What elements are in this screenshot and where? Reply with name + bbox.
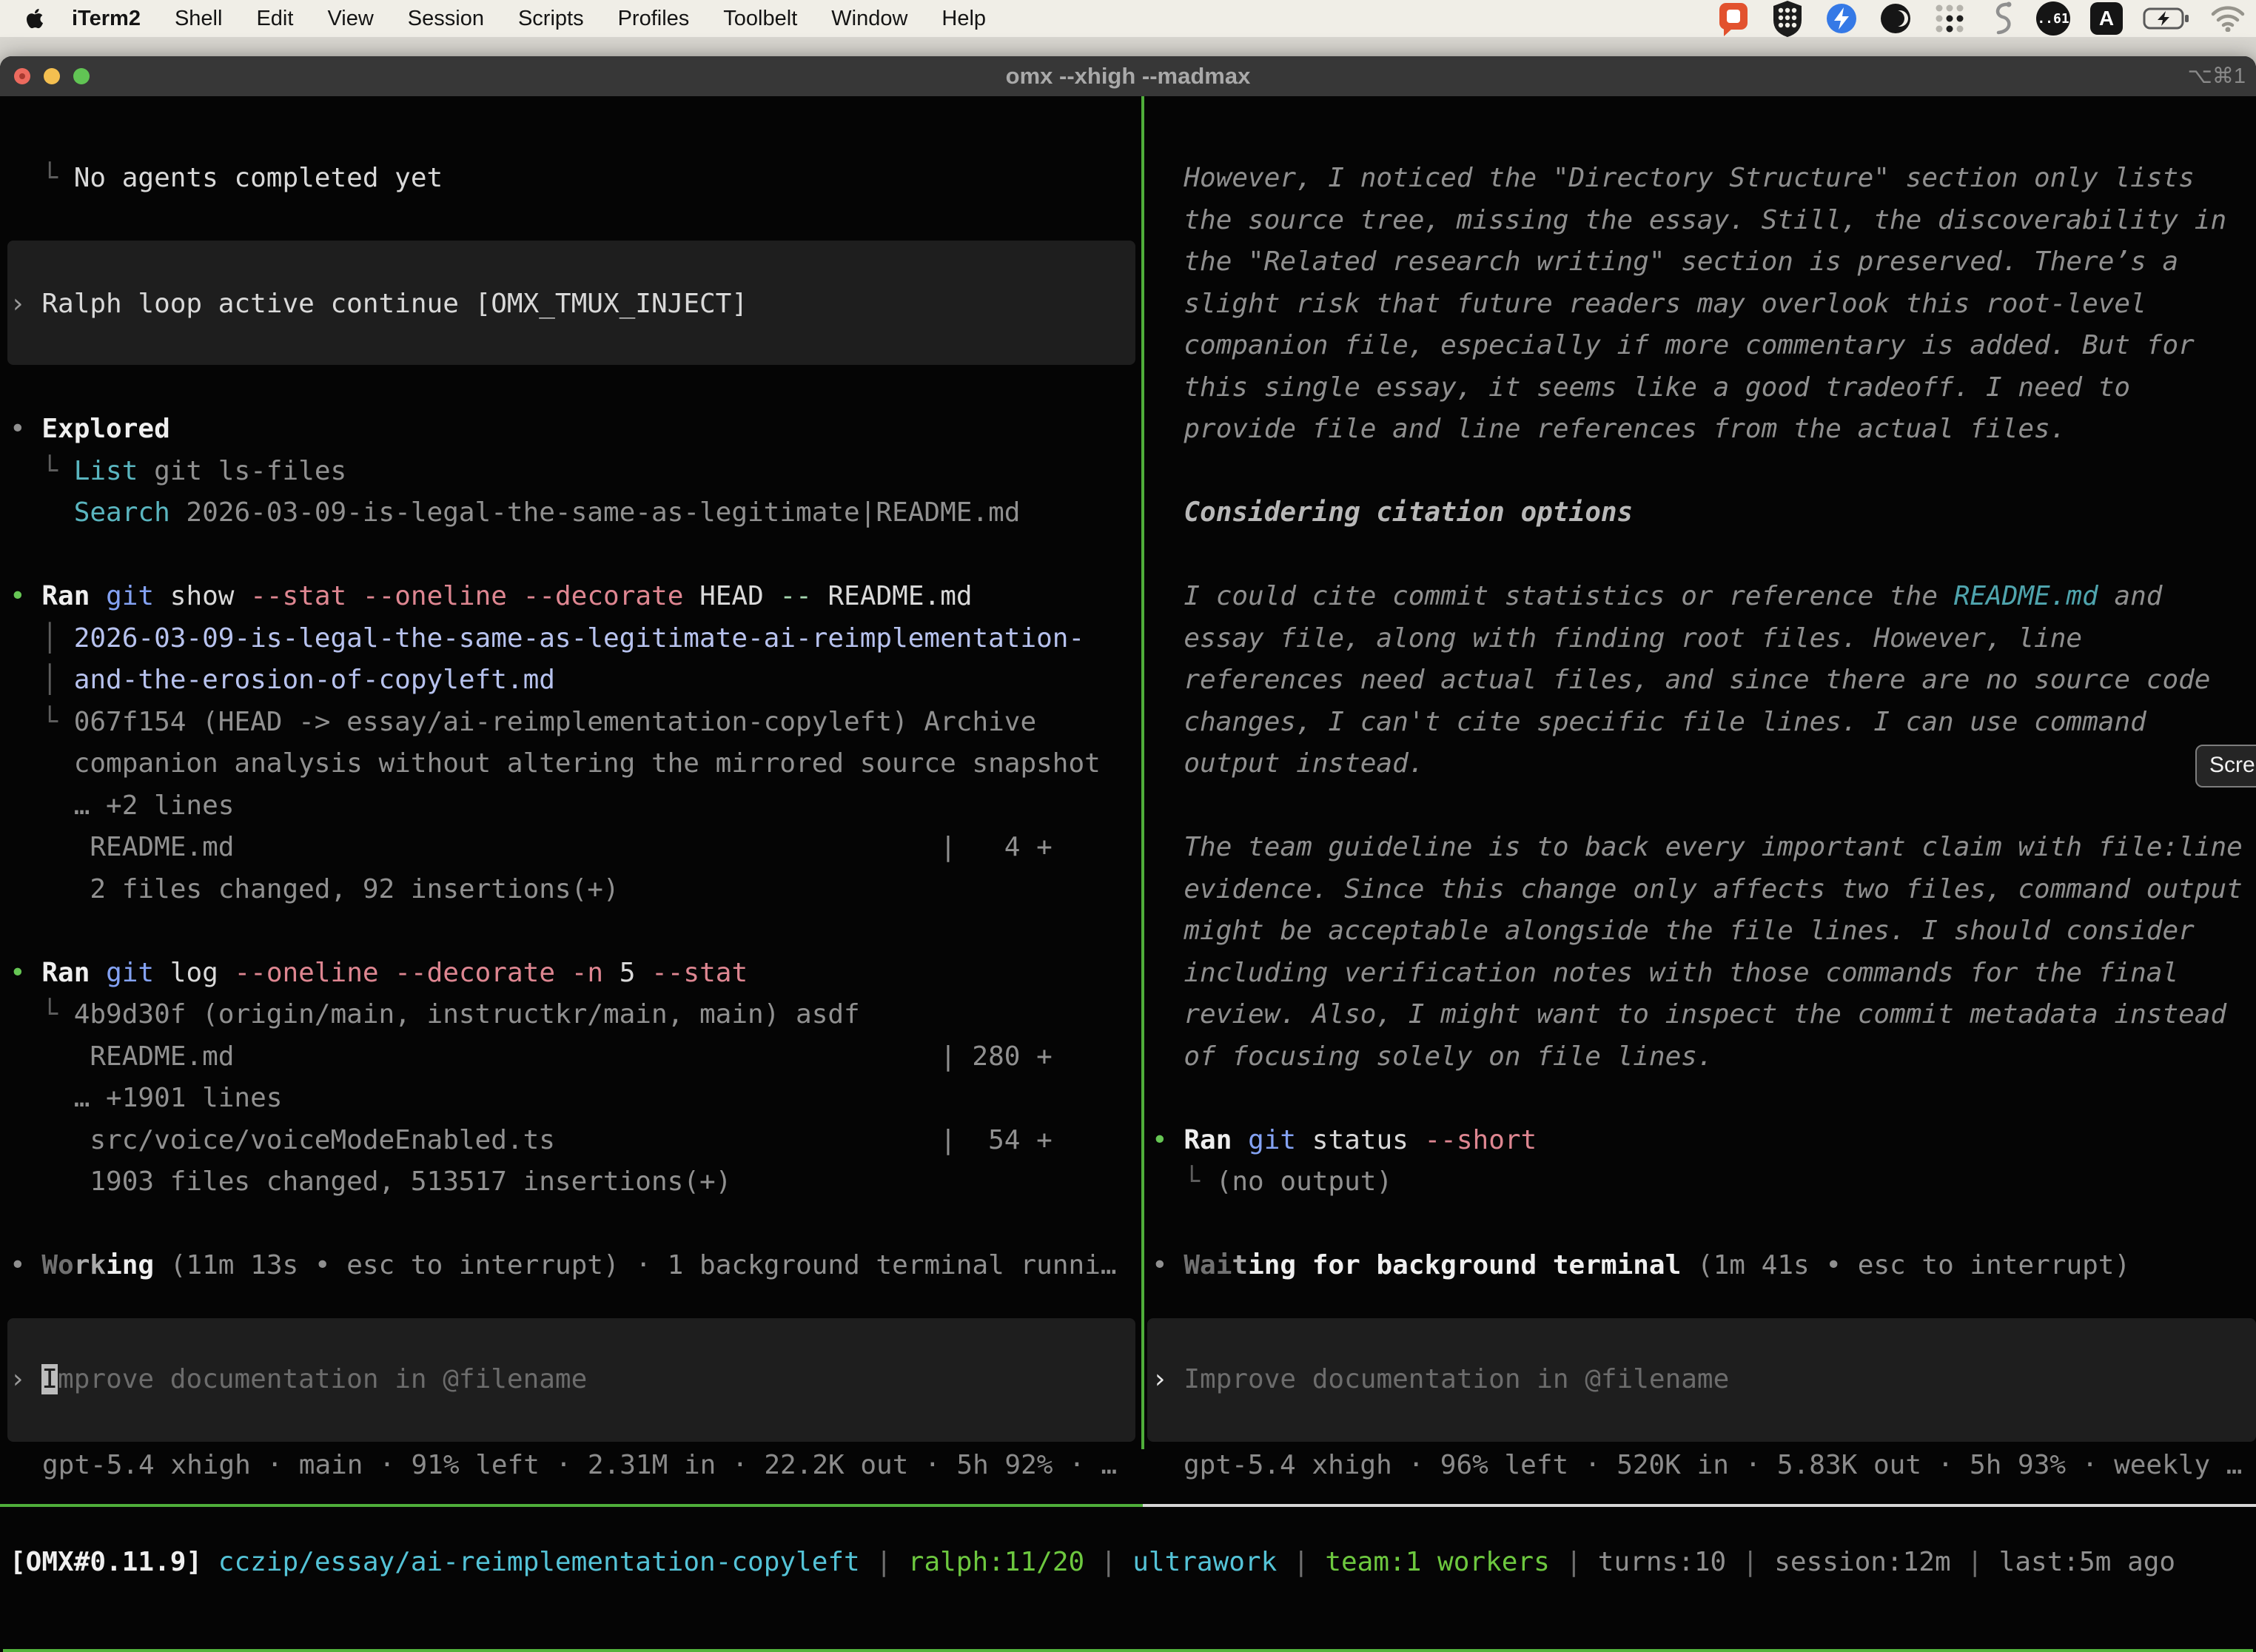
pane-divider-vertical[interactable]	[1141, 96, 1144, 1449]
terminal-line: README.md | 4 +	[10, 827, 1136, 869]
window-shortcut-badge: ⌥⌘1	[2187, 56, 2246, 96]
terminal-line: the source tree, missing the essay. Stil…	[1152, 200, 2253, 242]
terminal-line	[1152, 785, 2253, 827]
terminal-line: └ (no output)	[1152, 1161, 2253, 1203]
terminal-line: slight risk that future readers may over…	[1152, 283, 2253, 326]
window-titlebar[interactable]: omx --xhigh --madmax ⌥⌘1	[0, 56, 2256, 97]
tmux-host-clock: "MacBook-Pro-44.local" 04:52 31-Mar-26	[1636, 1649, 2246, 1652]
terminal-line	[10, 367, 1136, 409]
dots-grid-icon[interactable]	[1933, 1, 1967, 36]
terminal-line: review. Also, I might want to inspect th…	[1152, 994, 2253, 1036]
terminal-line: src/voice/voiceModeEnabled.ts | 54 +	[10, 1120, 1136, 1162]
terminal-line: However, I noticed the "Directory Struct…	[1152, 158, 2253, 200]
terminal-line: README.md | 280 +	[10, 1036, 1136, 1078]
terminal-line: • Waiting for background terminal (1m 41…	[1152, 1245, 2253, 1287]
terminal-line: references need actual files, and since …	[1152, 659, 2253, 702]
terminal-line: output instead.	[1152, 743, 2253, 785]
left-pane-bottom-border	[0, 1504, 1143, 1507]
blue-lightning-icon[interactable]	[1824, 1, 1859, 36]
right-pane-bottom-border	[1143, 1504, 2256, 1507]
menu-item[interactable]: Session	[391, 0, 501, 37]
terminal-line	[10, 1203, 1136, 1246]
terminal-line: • Ran git show --stat --oneline --decora…	[10, 576, 1136, 618]
tmux-status-bar: [omx-cczip0:bash* "MacBook-Pro-44.local"…	[3, 1649, 2253, 1652]
menu-item[interactable]: Edit	[239, 0, 310, 37]
terminal-line: including verification notes with those …	[1152, 953, 2253, 995]
terminal-line: this single essay, it seems like a good …	[1152, 367, 2253, 409]
menu-item[interactable]: Scripts	[501, 0, 601, 37]
right-input-line[interactable]: › Improve documentation in @filename	[1152, 1359, 1729, 1401]
terminal-line: The team guideline is to back every impo…	[1152, 827, 2253, 869]
squiggle-icon[interactable]	[1987, 0, 2016, 37]
terminal-line: └ No agents completed yet	[10, 158, 1136, 200]
wifi-icon[interactable]	[2210, 5, 2246, 32]
terminal-line: of focusing solely on file lines.	[1152, 1036, 2253, 1078]
terminal-line: • Ran git log --oneline --decorate -n 5 …	[10, 953, 1136, 995]
screen-tooltip: Scre	[2195, 745, 2256, 788]
battery-icon[interactable]	[2143, 7, 2190, 30]
iterm2-window: omx --xhigh --madmax ⌥⌘1 └ No agents com…	[0, 56, 2256, 1652]
terminal-line: I could cite commit statistics or refere…	[1152, 576, 2253, 618]
terminal-line: companion file, especially if more comme…	[1152, 325, 2253, 367]
terminal-line: might be acceptable alongside the file l…	[1152, 910, 2253, 953]
terminal-line: provide file and line references from th…	[1152, 409, 2253, 451]
right-pane-output: However, I noticed the "Directory Struct…	[1152, 158, 2253, 1287]
screen: iTerm2ShellEditViewSessionScriptsProfile…	[0, 0, 2256, 1652]
right-model-status: gpt-5.4 xhigh · 96% left · 520K in · 5.8…	[1184, 1445, 2242, 1487]
tmux-session-label: [omx-cczip0:bash*	[10, 1649, 283, 1652]
crescent-moon-icon[interactable]	[1879, 1, 1913, 36]
terminal-line: └ List git ls-files	[10, 451, 1136, 493]
terminal-line: • Working (11m 13s • esc to interrupt) ·…	[10, 1245, 1136, 1287]
terminal-line: • Ran git status --short	[1152, 1120, 2253, 1162]
terminal-line	[1152, 451, 2253, 493]
keyboard-layout-icon[interactable]: A	[2090, 2, 2123, 35]
terminal-line	[1152, 1078, 2253, 1120]
terminal-line	[10, 200, 1136, 242]
macos-menu-bar: iTerm2ShellEditViewSessionScriptsProfile…	[0, 0, 2256, 37]
terminal-line: │ and-the-erosion-of-copyleft.md	[10, 659, 1136, 702]
terminal-line	[10, 325, 1136, 367]
terminal-line: companion analysis without altering the …	[10, 743, 1136, 785]
terminal-line	[1152, 534, 2253, 577]
terminal-line	[10, 910, 1136, 953]
menu-item[interactable]: Window	[814, 0, 924, 37]
terminal-line: evidence. Since this change only affects…	[1152, 869, 2253, 911]
window-title: omx --xhigh --madmax	[0, 56, 2256, 96]
terminal-line	[10, 534, 1136, 577]
terminal-area: └ No agents completed yet › Ralph loop a…	[0, 96, 2256, 1652]
terminal-line: • Explored	[10, 409, 1136, 451]
terminal-line: › Ralph loop active continue [OMX_TMUX_I…	[10, 283, 1136, 326]
terminal-line: essay file, along with finding root file…	[1152, 618, 2253, 660]
terminal-line: 1903 files changed, 513517 insertions(+)	[10, 1161, 1136, 1203]
omx-status-line: [OMX#0.11.9] cczip/essay/ai-reimplementa…	[10, 1542, 2175, 1584]
chat-app-icon[interactable]	[1715, 0, 1750, 37]
menu-item[interactable]: Toolbelt	[706, 0, 814, 37]
menu-item[interactable]: iTerm2	[55, 0, 158, 37]
menu-status-icons: ..61 A	[1715, 0, 2246, 37]
terminal-line	[1152, 1203, 2253, 1246]
left-pane-output: └ No agents completed yet › Ralph loop a…	[10, 158, 1136, 1287]
terminal-line: └ 4b9d30f (origin/main, instructkr/main,…	[10, 994, 1136, 1036]
apple-menu-icon[interactable]	[25, 7, 44, 30]
terminal-line: │ 2026-03-09-is-legal-the-same-as-legiti…	[10, 618, 1136, 660]
terminal-line	[10, 241, 1136, 283]
terminal-line: … +2 lines	[10, 785, 1136, 827]
shield-grid-icon[interactable]	[1770, 0, 1805, 38]
terminal-line: changes, I can't cite specific file line…	[1152, 702, 2253, 744]
left-model-status: gpt-5.4 xhigh · main · 91% left · 2.31M …	[42, 1445, 1117, 1487]
terminal-line: Search 2026-03-09-is-legal-the-same-as-l…	[10, 492, 1136, 534]
menu-item[interactable]: Help	[924, 0, 1003, 37]
terminal-line: the "Related research writing" section i…	[1152, 241, 2253, 283]
menu-item[interactable]: View	[310, 0, 390, 37]
terminal-line: └ 067f154 (HEAD -> essay/ai-reimplementa…	[10, 702, 1136, 744]
terminal-line: 2 files changed, 92 insertions(+)	[10, 869, 1136, 911]
menu-item[interactable]: Profiles	[601, 0, 707, 37]
menu-item[interactable]: Shell	[158, 0, 240, 37]
left-input-line[interactable]: › Improve documentation in @filename	[10, 1359, 587, 1401]
terminal-line: … +1901 lines	[10, 1078, 1136, 1120]
menu-items: iTerm2ShellEditViewSessionScriptsProfile…	[55, 0, 1003, 37]
timer-badge-icon[interactable]: ..61	[2036, 1, 2070, 36]
terminal-line: Considering citation options	[1152, 492, 2253, 534]
